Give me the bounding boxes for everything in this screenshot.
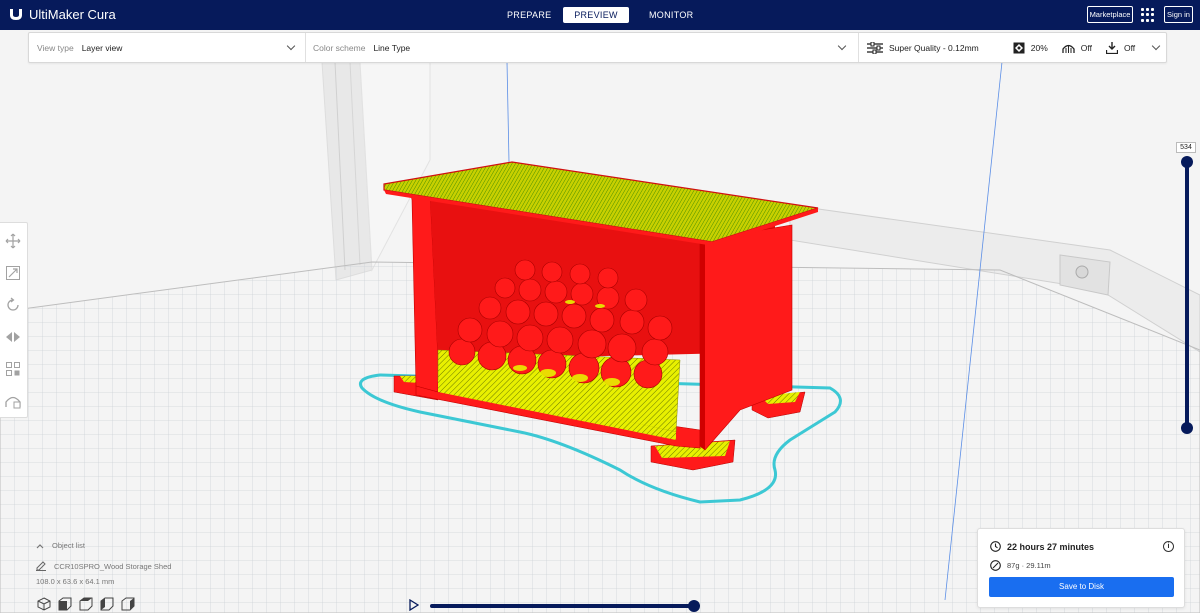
per-model-settings-icon[interactable] <box>5 361 21 377</box>
layer-slider[interactable]: 534 <box>1176 140 1196 435</box>
play-icon[interactable] <box>409 599 419 611</box>
object-name: CCR10SPRO_Wood Storage Shed <box>54 561 172 571</box>
sliders-icon <box>867 41 883 54</box>
sign-in-button[interactable]: Sign in <box>1164 6 1193 23</box>
material-usage-value: 87g · 29.11m <box>1007 561 1051 570</box>
layer-slider-track[interactable] <box>1185 160 1189 428</box>
left-view-icon[interactable] <box>100 597 114 611</box>
edit-icon <box>36 561 46 571</box>
layer-number-input[interactable]: 534 <box>1176 142 1196 153</box>
view-type-selector[interactable]: View type Layer view <box>37 33 302 62</box>
object-list: Object list CCR10SPRO_Wood Storage Shed … <box>36 541 171 586</box>
path-slider-handle[interactable] <box>688 600 700 612</box>
tab-preview[interactable]: PREVIEW <box>563 7 629 23</box>
chevron-down-icon[interactable] <box>1151 41 1161 51</box>
ultimaker-logo-icon <box>10 9 22 20</box>
adhesion-value: Off <box>1123 42 1136 53</box>
infill-icon <box>1013 42 1025 53</box>
tab-monitor[interactable]: MONITOR <box>639 7 699 23</box>
support-value: Off <box>1080 42 1092 53</box>
layer-slider-bottom-handle[interactable] <box>1181 422 1193 434</box>
support-icon <box>1062 44 1075 53</box>
object-list-header: Object list <box>52 541 85 550</box>
tool-panel <box>0 222 28 418</box>
front-view-icon[interactable] <box>58 597 72 611</box>
infill-value: 20% <box>1030 42 1048 53</box>
view-type-label: View type <box>37 42 74 53</box>
divider <box>305 33 306 62</box>
color-scheme-selector[interactable]: Color scheme Line Type <box>313 33 853 62</box>
object-dimensions: 108.0 x 63.6 x 64.1 mm <box>36 577 115 586</box>
print-time: 22 hours 27 minutes <box>990 541 1094 552</box>
object-list-item[interactable]: CCR10SPRO_Wood Storage Shed <box>36 561 171 571</box>
top-view-icon[interactable] <box>79 597 93 611</box>
print-settings-button[interactable]: Super Quality - 0.12mm 20% Off Off <box>867 33 1135 62</box>
clock-icon <box>990 541 1001 552</box>
3d-viewport[interactable] <box>0 30 1200 613</box>
top-bar: UltiMaker Cura PREPARE PREVIEW MONITOR M… <box>0 0 1200 30</box>
divider <box>858 33 859 62</box>
stage-tabs: PREPARE PREVIEW MONITOR <box>497 7 699 23</box>
rotate-icon[interactable] <box>5 297 21 313</box>
layer-slider-top-handle[interactable] <box>1181 156 1193 168</box>
object-list-toggle[interactable]: Object list <box>36 541 85 550</box>
mirror-icon[interactable] <box>5 329 21 345</box>
spool-icon <box>990 560 1001 571</box>
save-to-disk-button[interactable]: Save to Disk <box>989 577 1174 597</box>
move-icon[interactable] <box>5 233 21 249</box>
view-type-value: Layer view <box>81 42 123 53</box>
camera-view-buttons <box>37 597 135 611</box>
adhesion-icon <box>1105 41 1118 54</box>
color-scheme-label: Color scheme <box>313 42 366 53</box>
app-logo: UltiMaker Cura <box>8 6 116 22</box>
3d-view-icon[interactable] <box>37 597 51 611</box>
quality-profile: Super Quality - 0.12mm <box>889 42 979 53</box>
path-slider-track[interactable] <box>430 604 696 608</box>
scale-icon[interactable] <box>5 265 21 281</box>
print-setup-bar: View type Layer view Color scheme Line T… <box>28 32 1167 63</box>
right-view-icon[interactable] <box>121 597 135 611</box>
material-usage: 87g · 29.11m <box>990 560 1051 571</box>
app-title: UltiMaker Cura <box>29 6 116 22</box>
apps-grid-icon[interactable] <box>1141 8 1155 22</box>
info-icon[interactable]: i <box>1163 541 1174 552</box>
build-plate-scene <box>0 30 1200 613</box>
tab-prepare[interactable]: PREPARE <box>497 7 553 23</box>
color-scheme-value: Line Type <box>373 42 411 53</box>
support-blocker-icon[interactable] <box>5 393 21 409</box>
chevron-up-icon <box>36 543 44 548</box>
print-summary-panel: 22 hours 27 minutes i 87g · 29.11m Save … <box>977 528 1185 608</box>
marketplace-button[interactable]: Marketplace <box>1087 6 1133 23</box>
print-time-value: 22 hours 27 minutes <box>1007 541 1095 552</box>
